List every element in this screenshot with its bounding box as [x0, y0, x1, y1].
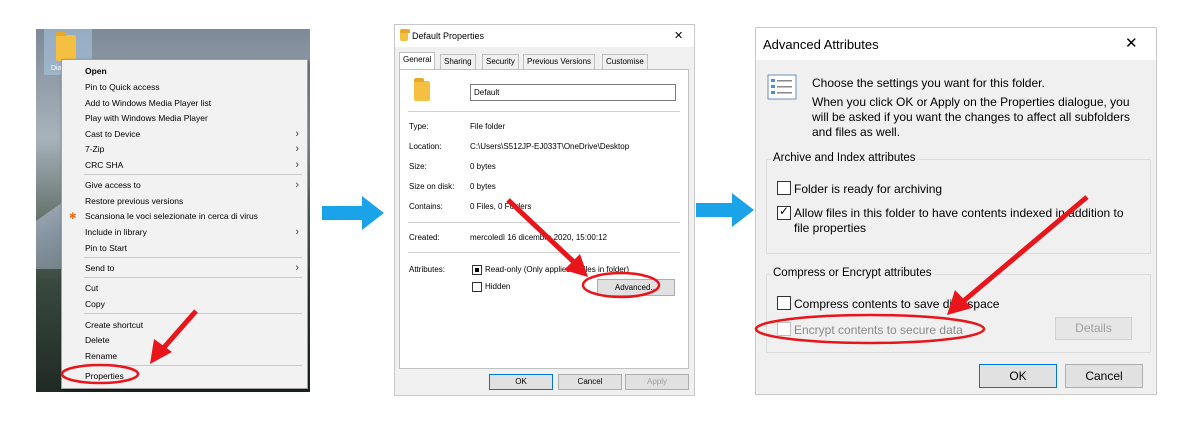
red-arrow-head [947, 290, 972, 315]
red-arrow-properties [158, 309, 198, 354]
red-arrow-encrypt [958, 195, 1089, 306]
red-circle-properties [60, 363, 140, 385]
annotation-overlay [60, 195, 1089, 385]
red-circle-encrypt [754, 313, 986, 345]
red-arrow-advanced [506, 198, 578, 266]
red-circle-advanced [581, 271, 661, 299]
